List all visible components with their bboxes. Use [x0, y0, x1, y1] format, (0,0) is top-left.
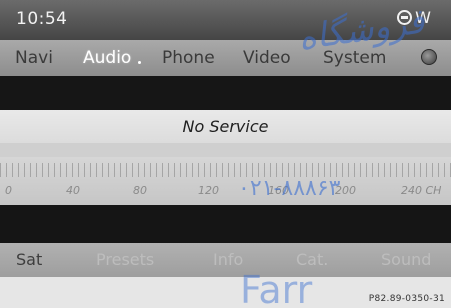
- clock: 10:54: [16, 9, 68, 29]
- service-status: No Service: [182, 117, 269, 136]
- softkey-presets[interactable]: Presets: [96, 250, 154, 269]
- scale-label: 120: [198, 184, 219, 197]
- audio-screen: 10:54 W Navi Audio Phone Video System No…: [0, 0, 451, 308]
- status-bar: 10:54 W: [0, 0, 451, 40]
- softkey-info[interactable]: Info: [213, 250, 243, 269]
- menu-item-system[interactable]: System: [323, 48, 386, 68]
- compass-heading: W: [415, 8, 431, 27]
- scale-label: 240 CH: [401, 184, 442, 197]
- circle-icon[interactable]: [421, 49, 437, 65]
- main-menu: Navi Audio Phone Video System: [0, 40, 451, 76]
- figure-code: P82.89-0350-31: [368, 294, 445, 304]
- divider: [0, 143, 451, 157]
- menu-item-video[interactable]: Video: [243, 48, 291, 68]
- scale-label: 40: [66, 184, 80, 197]
- softkey-sat[interactable]: Sat: [16, 250, 42, 269]
- scale-label: 160: [268, 184, 289, 197]
- softkey-category[interactable]: Cat.: [296, 250, 328, 269]
- scale-ticks: [0, 163, 451, 177]
- menu-item-phone[interactable]: Phone: [162, 48, 215, 68]
- menu-item-navi[interactable]: Navi: [15, 48, 53, 68]
- softkey-sound[interactable]: Sound: [381, 250, 431, 269]
- lower-display-band: [0, 205, 451, 243]
- menu-item-audio[interactable]: Audio: [83, 48, 142, 68]
- channel-scale: 0 40 80 120 160 200 240 CH: [0, 157, 451, 205]
- scale-label: 200: [335, 184, 356, 197]
- compass-icon: [397, 10, 413, 25]
- footer: P82.89-0350-31: [0, 277, 451, 308]
- softkey-bar: Sat Presets Info Cat. Sound: [0, 243, 451, 277]
- compass: W: [397, 8, 431, 27]
- scale-label: 80: [133, 184, 147, 197]
- upper-display-band: [0, 76, 451, 110]
- scale-label: 0: [5, 184, 12, 197]
- service-panel: No Service: [0, 110, 451, 143]
